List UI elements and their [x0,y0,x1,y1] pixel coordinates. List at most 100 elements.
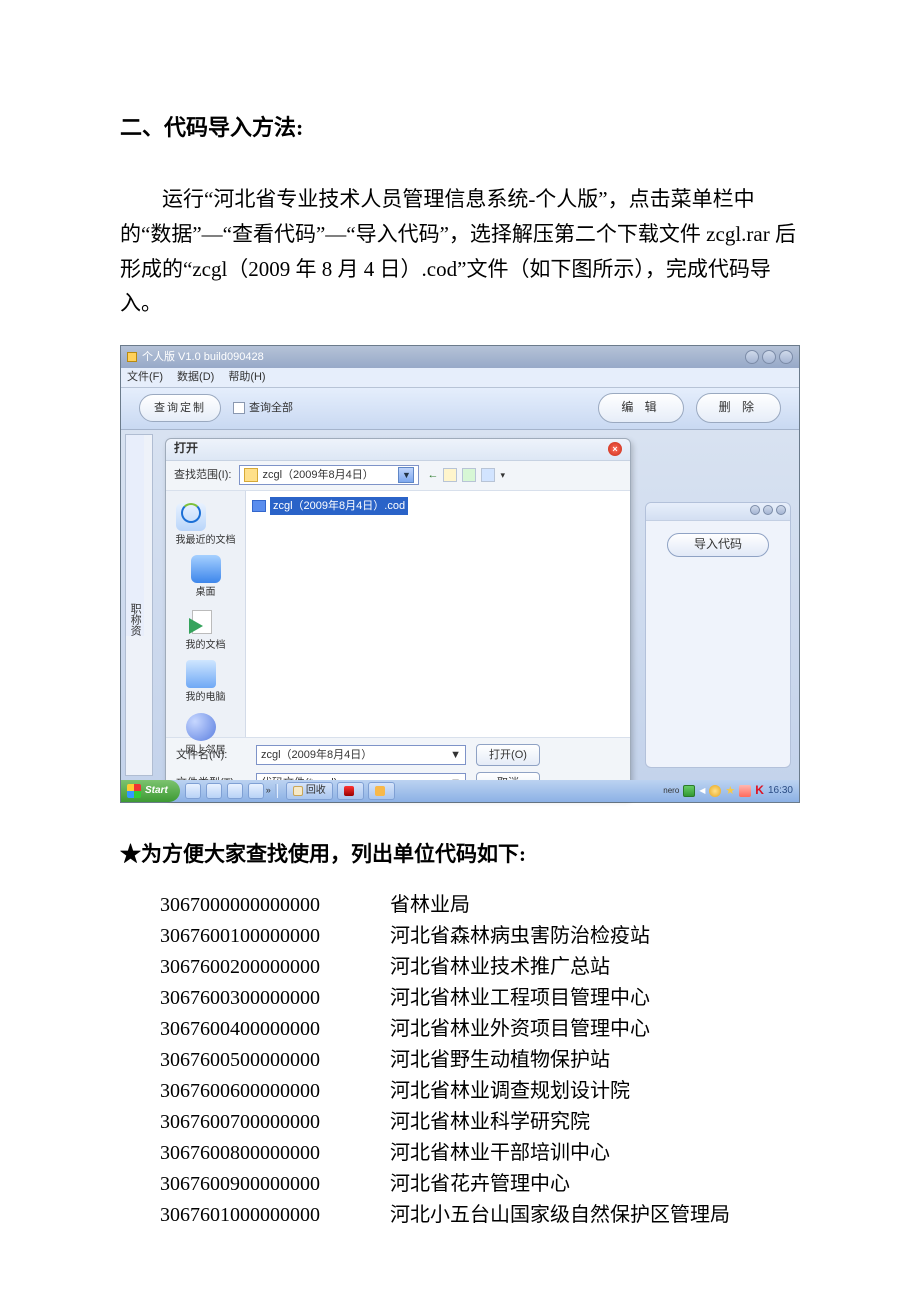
start-button[interactable]: Start [121,780,180,802]
menu-file[interactable]: 文件(F) [127,368,163,386]
file-list[interactable]: zcgl（2009年8月4日）.cod [246,491,630,737]
quicklaunch-icon[interactable] [206,783,222,799]
unit-row: 3067600300000000河北省林业工程项目管理中心 [120,983,800,1014]
section-heading: 二、代码导入方法: [120,110,800,146]
quicklaunch-more-icon[interactable]: » [266,783,271,798]
unit-row: 3067600900000000河北省花卉管理中心 [120,1169,800,1200]
unit-row: 3067600800000000河北省林业干部培训中心 [120,1138,800,1169]
chevron-down-icon[interactable]: ▼ [398,467,414,483]
unit-name: 河北省野生动植物保护站 [390,1045,800,1076]
close-icon[interactable] [779,350,793,364]
look-in-combo[interactable]: zcgl（2009年8月4日） ▼ [239,465,419,485]
left-tab-title[interactable]: 职称资 [126,435,144,636]
window-title: 个人版 V1.0 build090428 [142,348,264,366]
unit-name: 河北省林业调查规划设计院 [390,1076,800,1107]
filename-input[interactable]: zcgl（2009年8月4日）▼ [256,745,466,765]
tray-icon[interactable] [709,785,721,797]
chevron-down-icon[interactable]: ▾ [500,468,505,483]
unit-row: 3067600500000000河北省野生动植物保护站 [120,1045,800,1076]
unit-name: 河北省林业科学研究院 [390,1107,800,1138]
edit-button[interactable]: 编 辑 [598,393,683,423]
unit-name: 河北省林业技术推广总站 [390,952,800,983]
maximize-icon[interactable] [762,350,776,364]
panel-close-icon[interactable] [776,505,786,515]
unit-row: 3067600200000000河北省林业技术推广总站 [120,952,800,983]
up-folder-icon[interactable] [443,468,457,482]
cod-file-icon [252,500,266,512]
open-button[interactable]: 打开(O) [476,744,540,766]
app-window: 个人版 V1.0 build090428 文件(F) 数据(D) 帮助(H) 查… [120,345,800,803]
unit-code-list: 3067000000000000省林业局3067600100000000河北省森… [120,890,800,1231]
panel-max-icon[interactable] [763,505,773,515]
app-task-icon [344,786,354,796]
unit-list-heading: ★为方便大家查找使用，列出单位代码如下: [120,837,800,872]
task-button[interactable] [368,782,395,800]
intro-paragraph: 运行“河北省专业技术人员管理信息系统-个人版”，点击菜单栏中的“数据”—“查看代… [120,182,800,321]
titlebar: 个人版 V1.0 build090428 [121,346,799,368]
tray-icon[interactable] [739,785,751,797]
place-mydocs[interactable]: 我的文档 [186,608,226,655]
unit-row: 3067600400000000河北省林业外资项目管理中心 [120,1014,800,1045]
kaspersky-icon[interactable]: K [755,781,764,801]
taskbar-separator [275,784,278,798]
new-folder-icon[interactable] [462,468,476,482]
unit-code: 3067600800000000 [160,1138,390,1169]
selected-file: zcgl（2009年8月4日）.cod [270,497,408,515]
unit-code: 3067600100000000 [160,921,390,952]
view-menu-icon[interactable] [481,468,495,482]
screenshot: 个人版 V1.0 build090428 文件(F) 数据(D) 帮助(H) 查… [120,345,800,803]
unit-row: 3067600600000000河北省林业调查规划设计院 [120,1076,800,1107]
task-button[interactable] [337,782,364,800]
desktop-icon [191,555,221,583]
network-icon [186,713,216,741]
open-dialog: 打开 × 查找范围(I): zcgl（2009年8月4日） ▼ ← [165,438,631,798]
import-code-button[interactable]: 导入代码 [667,533,769,557]
dialog-title: 打开 [174,439,198,459]
tray-icon[interactable]: ◀ [699,784,705,797]
panel-min-icon[interactable] [750,505,760,515]
chevron-down-icon[interactable]: ▼ [450,746,461,764]
look-in-row: 查找范围(I): zcgl（2009年8月4日） ▼ ← ▾ [166,461,630,491]
system-tray: nero ◀ ★ K 16:30 [663,781,799,801]
menubar: 文件(F) 数据(D) 帮助(H) [121,368,799,388]
toolbar: 查询定制 查询全部 编 辑 删 除 [121,388,799,430]
recent-icon [176,503,206,531]
mydocs-icon [186,608,216,636]
menu-data[interactable]: 数据(D) [177,368,214,386]
taskbar-clock: 16:30 [768,783,793,800]
app-task-icon [375,786,385,796]
unit-name: 河北省林业工程项目管理中心 [390,983,800,1014]
quicklaunch-icon[interactable] [227,783,243,799]
unit-row: 3067600700000000河北省林业科学研究院 [120,1107,800,1138]
taskbar: Start » 回收 nero ◀ ★ K [121,780,799,802]
query-all-toggle[interactable]: 查询全部 [233,399,293,417]
query-custom-button[interactable]: 查询定制 [139,394,221,422]
place-recent[interactable]: 我最近的文档 [176,497,236,550]
back-arrow-icon[interactable]: ← [427,466,438,484]
task-button[interactable]: 回收 [286,782,333,800]
unit-name: 省林业局 [390,890,800,921]
delete-button[interactable]: 删 除 [696,393,781,423]
menu-help[interactable]: 帮助(H) [228,368,265,386]
unit-name: 河北省林业干部培训中心 [390,1138,800,1169]
windows-flag-icon [127,784,141,798]
place-desktop[interactable]: 桌面 [191,555,221,602]
unit-row: 3067000000000000省林业局 [120,890,800,921]
place-mypc[interactable]: 我的电脑 [186,660,226,707]
unit-code: 3067600700000000 [160,1107,390,1138]
unit-code: 3067600500000000 [160,1045,390,1076]
dialog-close-icon[interactable]: × [608,442,622,456]
app-body: 职称资 打开 × 查找范围(I): zcgl（2009年8月4日） ▼ [121,430,799,780]
unit-name: 河北省森林病虫害防治检疫站 [390,921,800,952]
quicklaunch-icon[interactable] [248,783,264,799]
unit-name: 河北省林业外资项目管理中心 [390,1014,800,1045]
unit-code: 3067000000000000 [160,890,390,921]
right-panel: 导入代码 [645,502,791,768]
unit-row: 3067600100000000河北省森林病虫害防治检疫站 [120,921,800,952]
folder-icon [244,468,258,482]
quicklaunch-icon[interactable] [185,783,201,799]
file-item[interactable]: zcgl（2009年8月4日）.cod [252,497,624,515]
tray-icon[interactable]: ★ [725,782,735,800]
tray-icon[interactable] [683,785,695,797]
minimize-icon[interactable] [745,350,759,364]
